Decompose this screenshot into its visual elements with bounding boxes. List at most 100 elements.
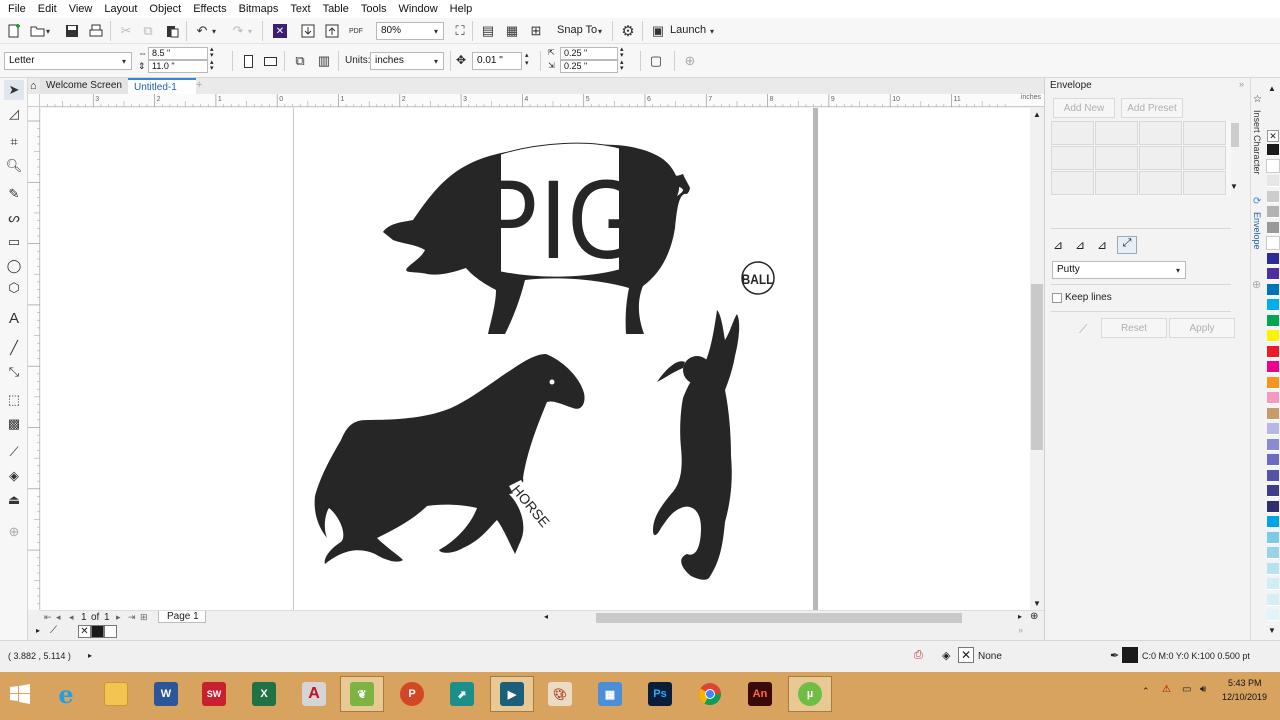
search-content-icon[interactable]: ✕ xyxy=(270,21,290,41)
preset-cell[interactable] xyxy=(1139,121,1182,145)
current-page-icon[interactable]: ▥ xyxy=(314,51,334,71)
show-rulers-icon[interactable]: ▤ xyxy=(478,21,498,41)
color-swatch[interactable] xyxy=(1267,516,1279,528)
gear-icon[interactable]: ⚙ xyxy=(618,21,638,41)
snap-to-menu[interactable]: Snap To xyxy=(557,24,597,36)
horizontal-ruler[interactable]: 432101234567891011 inches xyxy=(31,94,1044,107)
launch-icon[interactable]: ▣ xyxy=(648,21,668,41)
vertical-ruler[interactable] xyxy=(28,107,40,666)
unconstrained-mode-icon[interactable]: ⤢ xyxy=(1117,236,1137,254)
chevron-down-icon[interactable]: ▾ xyxy=(46,27,50,36)
preset-cell[interactable] xyxy=(1051,171,1094,195)
preset-cell[interactable] xyxy=(1139,146,1182,170)
teal-app-icon[interactable]: ⬈ xyxy=(442,676,482,712)
open-folder-icon[interactable] xyxy=(28,21,48,41)
menu-object[interactable]: Object xyxy=(145,3,189,15)
all-pages-icon[interactable]: ⧉ xyxy=(290,51,310,71)
eyedropper-icon[interactable]: ⟋ xyxy=(4,442,24,462)
drop-shadow-icon[interactable]: ⬚ xyxy=(4,390,24,410)
teal-app-active-icon[interactable]: ▶ xyxy=(490,676,534,712)
menu-layout[interactable]: Layout xyxy=(100,3,145,15)
home-icon[interactable]: ⌂ xyxy=(30,80,37,92)
color-swatch[interactable] xyxy=(1267,407,1279,420)
horizontal-scroll-thumb[interactable] xyxy=(596,613,962,623)
horse-shape[interactable] xyxy=(314,354,585,564)
scroll-left-icon[interactable]: ◂ xyxy=(544,612,548,621)
duplicate-y-field[interactable]: 0.25 " xyxy=(560,60,618,73)
polygon-tool-icon[interactable]: ⬡ xyxy=(4,278,24,298)
ruler-corner[interactable] xyxy=(28,94,40,107)
color-swatch[interactable] xyxy=(1267,593,1279,606)
color-swatch[interactable] xyxy=(1267,175,1279,187)
height-spinner[interactable]: ▴ ▾ xyxy=(210,59,214,72)
treat-as-filled-icon[interactable]: ▢ xyxy=(646,51,666,71)
duplicate-x-field[interactable]: 0.25 " xyxy=(560,47,618,60)
network-icon[interactable]: ⚠ xyxy=(1162,684,1171,695)
status-menu-icon[interactable]: ▸ xyxy=(88,651,92,660)
preset-scroll-thumb[interactable] xyxy=(1231,123,1239,147)
control-panel-icon[interactable]: ▦ xyxy=(590,676,630,712)
chevron-down-icon[interactable]: ▾ xyxy=(122,57,126,66)
page-tab-1[interactable]: Page 1 xyxy=(158,611,206,623)
color-swatch[interactable] xyxy=(1267,144,1279,156)
print-icon[interactable] xyxy=(86,21,106,41)
add-page-icon[interactable]: ⊞ xyxy=(140,612,148,623)
chevron-down-icon[interactable]: ▾ xyxy=(434,27,438,36)
color-proof-icon[interactable]: ⎙ xyxy=(914,649,923,662)
chevron-down-icon[interactable]: ▾ xyxy=(598,27,602,36)
single-arc-mode-icon[interactable]: ⊿ xyxy=(1075,238,1085,252)
page-size-select[interactable]: Letter xyxy=(4,52,132,70)
prev-page-icon[interactable]: ◂ xyxy=(56,612,61,623)
vertical-scroll-thumb[interactable] xyxy=(1031,284,1043,450)
color-swatch[interactable] xyxy=(1267,330,1279,342)
nudge-spinner[interactable]: ▴ ▾ xyxy=(525,52,529,68)
menu-text[interactable]: Text xyxy=(286,3,318,15)
vertical-scrollbar[interactable]: ▲ ▼ xyxy=(1030,108,1044,610)
color-swatch[interactable] xyxy=(1267,190,1279,203)
export-icon[interactable] xyxy=(322,21,342,41)
rectangle-tool-icon[interactable]: ▭ xyxy=(4,232,24,252)
parallel-dimension-icon[interactable]: ╱ xyxy=(4,338,24,358)
pig-text[interactable]: PIG xyxy=(473,158,645,282)
preset-cell[interactable] xyxy=(1139,171,1182,195)
color-swatch[interactable] xyxy=(1267,423,1279,435)
battery-icon[interactable]: ▭ xyxy=(1182,684,1191,695)
photoshop-icon[interactable]: Ps xyxy=(640,676,680,712)
tab-insert-character[interactable]: Insert Character xyxy=(1252,110,1262,175)
color-swatch[interactable] xyxy=(1267,268,1279,280)
palette-menu-icon[interactable]: ▸ xyxy=(36,626,40,635)
chevron-down-icon[interactable]: ▾ xyxy=(212,27,216,36)
add-tool-icon[interactable]: ⊕ xyxy=(4,522,24,542)
color-swatch[interactable] xyxy=(1267,376,1279,389)
no-color-swatch[interactable]: ✕ xyxy=(78,625,91,638)
color-swatch[interactable] xyxy=(1267,469,1279,482)
add-new-button[interactable]: Add New xyxy=(1053,98,1115,118)
preset-cell[interactable] xyxy=(1051,146,1094,170)
color-swatch[interactable] xyxy=(1267,345,1279,358)
color-swatch[interactable] xyxy=(1267,221,1279,234)
menu-edit[interactable]: Edit xyxy=(34,3,65,15)
envelope-icon[interactable]: ⟳ xyxy=(1253,196,1261,207)
artistic-media-icon[interactable]: ᔕ xyxy=(4,208,24,228)
publish-pdf-icon[interactable]: PDF xyxy=(346,21,366,41)
menu-view[interactable]: View xyxy=(65,3,101,15)
color-swatch[interactable] xyxy=(1267,500,1279,513)
chevron-down-icon[interactable]: ▾ xyxy=(1176,266,1180,275)
chevron-down-icon[interactable]: ▾ xyxy=(248,27,252,36)
utorrent-icon[interactable]: µ xyxy=(788,676,832,712)
straight-line-mode-icon[interactable]: ⊿ xyxy=(1053,238,1063,252)
add-docker-icon[interactable]: ⊕ xyxy=(1252,278,1261,291)
color-swatch[interactable] xyxy=(1267,578,1279,590)
outline-color-swatch[interactable] xyxy=(1122,647,1138,663)
clock-date[interactable]: 12/10/2019 xyxy=(1222,692,1267,702)
powerpoint-icon[interactable]: P xyxy=(392,676,432,712)
excel-icon[interactable]: X xyxy=(244,676,284,712)
color-swatch[interactable] xyxy=(1267,438,1279,451)
copy-icon[interactable]: ⧉ xyxy=(138,21,158,41)
word-icon[interactable]: W xyxy=(146,676,186,712)
clock-time[interactable]: 5:43 PM xyxy=(1228,678,1262,688)
show-guidelines-icon[interactable]: ⊞ xyxy=(526,21,546,41)
eyedropper-icon[interactable]: ⟋ xyxy=(50,625,57,636)
preset-scroll-down-icon[interactable]: ▼ xyxy=(1230,182,1238,191)
crop-tool-icon[interactable]: ⌗ xyxy=(4,132,24,152)
